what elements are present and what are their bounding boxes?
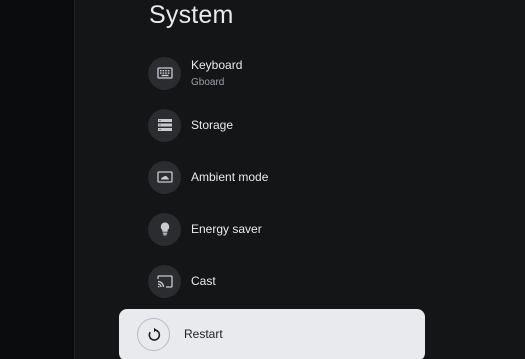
menu-item-label: Restart — [184, 327, 223, 341]
menu-item-label: Ambient mode — [191, 169, 269, 184]
menu-item-label: Cast — [191, 273, 216, 288]
restart-icon — [137, 318, 170, 351]
menu-item-sublabel: Gboard — [191, 76, 225, 88]
system-settings-screen: System Keyboard Gboard Storage Ambient m… — [0, 0, 525, 359]
left-navigation-pane — [0, 0, 75, 359]
menu-item-label: Storage — [191, 117, 234, 132]
menu-item-energy-saver[interactable]: Energy saver — [148, 209, 428, 249]
menu-item-cast[interactable]: Cast — [148, 261, 428, 301]
lightbulb-icon — [148, 212, 181, 246]
page-title: System — [149, 1, 234, 29]
menu-item-label: Keyboard — [191, 57, 243, 72]
menu-item-label: Energy saver — [191, 221, 262, 236]
menu-item-ambient-mode[interactable]: Ambient mode — [148, 157, 428, 197]
keyboard-icon — [148, 56, 181, 90]
ambient-mode-icon — [148, 160, 181, 194]
menu-item-keyboard[interactable]: Keyboard Gboard — [148, 53, 428, 93]
menu-item-storage[interactable]: Storage — [148, 105, 428, 145]
menu-item-restart[interactable]: Restart — [119, 309, 425, 359]
storage-icon — [148, 108, 181, 142]
cast-icon — [148, 264, 181, 298]
